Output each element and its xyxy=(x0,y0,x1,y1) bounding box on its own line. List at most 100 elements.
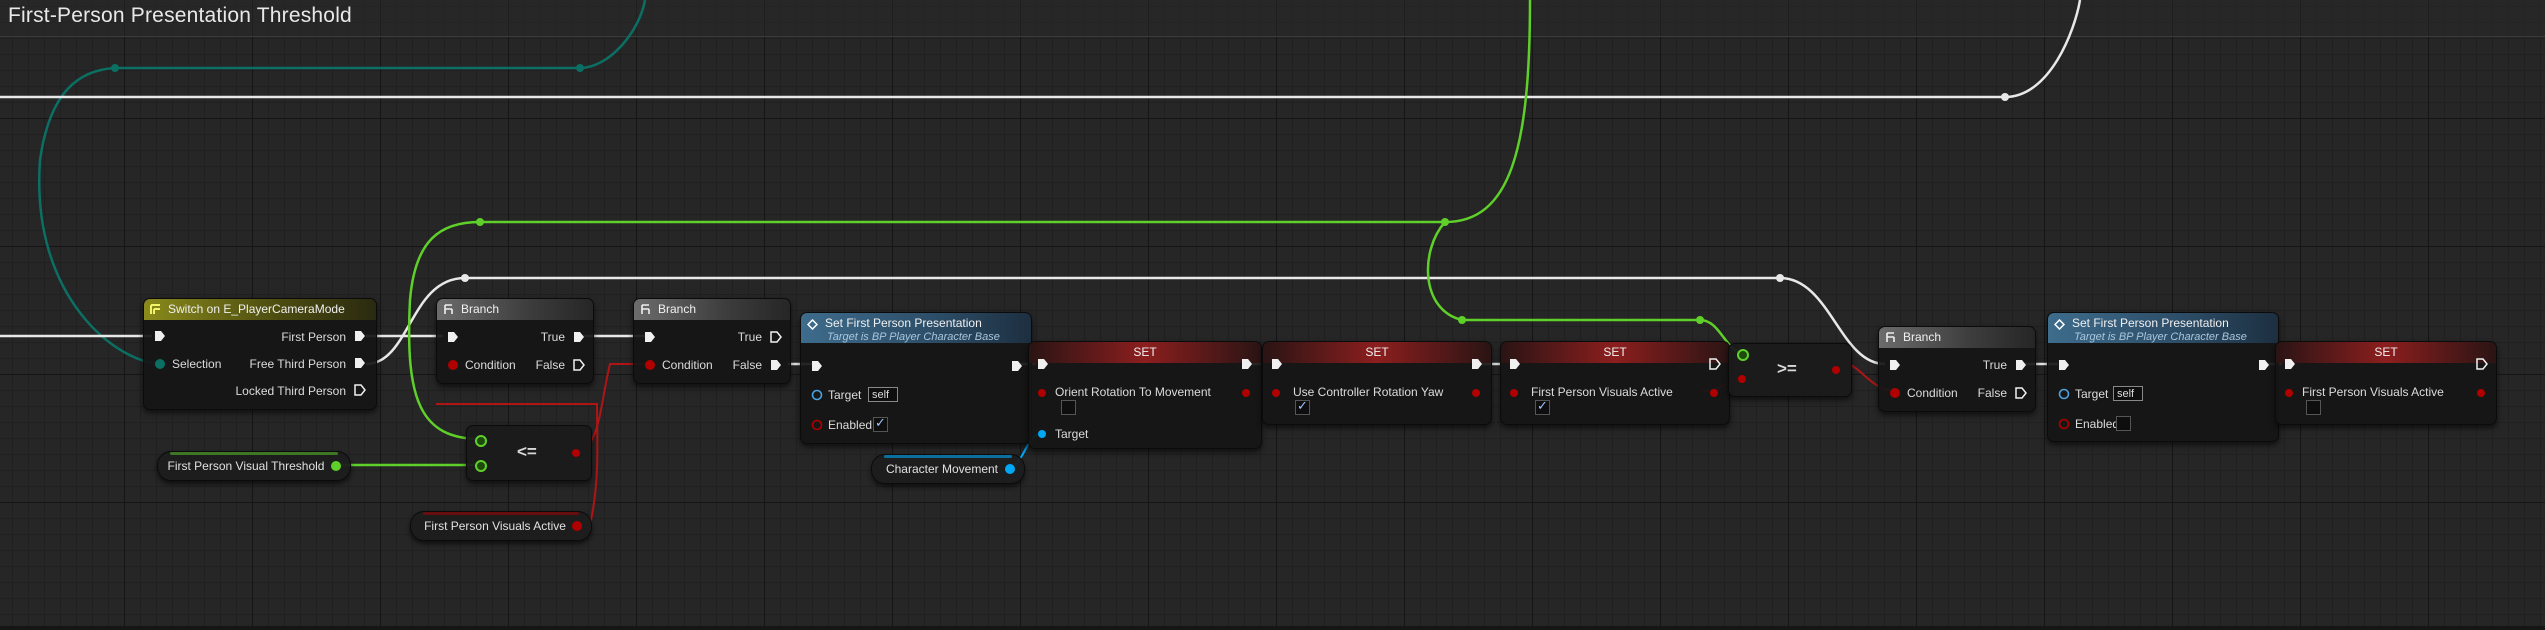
visuals-active-checkbox[interactable] xyxy=(1535,398,1550,415)
branch-node-1[interactable]: Branch Condition True False xyxy=(436,298,594,384)
branch-node-header[interactable]: Branch xyxy=(437,299,593,320)
set-visuals-active-node-1[interactable]: SET First Person Visuals Active xyxy=(1500,341,1730,425)
visuals-active-checkbox[interactable] xyxy=(2306,400,2321,415)
less-equal-node[interactable]: <= xyxy=(466,425,592,481)
exec-in-pin[interactable] xyxy=(644,331,656,343)
false-label: False xyxy=(535,358,565,372)
branch-node-header[interactable]: Branch xyxy=(1879,327,2035,348)
bool-pin[interactable] xyxy=(447,359,459,371)
branch-node-3[interactable]: Branch Condition True False xyxy=(1878,326,2036,412)
exec-in-pin[interactable] xyxy=(811,360,823,372)
set-presentation-node-2[interactable]: Set First Person Presentation Target is … xyxy=(2047,312,2279,442)
exec-in-pin[interactable] xyxy=(1509,358,1521,370)
bool-out-pin[interactable] xyxy=(1471,388,1481,398)
bool-pin[interactable] xyxy=(1271,388,1281,398)
branch-title: Branch xyxy=(658,302,697,316)
reroute-dot xyxy=(1696,316,1704,324)
set-node-header[interactable]: SET xyxy=(1029,342,1261,363)
greater-equal-node[interactable]: >= xyxy=(1728,343,1852,397)
bool-pin[interactable] xyxy=(644,359,656,371)
bool-pin[interactable] xyxy=(811,419,823,431)
exec-out-pin[interactable] xyxy=(573,331,585,343)
exec-out-pin[interactable] xyxy=(770,331,782,343)
controller-yaw-checkbox[interactable] xyxy=(1295,398,1310,415)
float-out-pin[interactable] xyxy=(330,460,342,472)
bool-out-pin[interactable] xyxy=(2476,388,2486,398)
set-orient-rotation-node[interactable]: SET Orient Rotation To Movement Target xyxy=(1028,341,1262,449)
float-wire xyxy=(1426,221,1743,355)
exec-out-pin[interactable] xyxy=(573,359,585,371)
enum-pin[interactable] xyxy=(154,358,166,370)
visuals-active-variable[interactable]: First Person Visuals Active xyxy=(410,511,592,541)
branch-title: Branch xyxy=(461,302,500,316)
enabled-checkbox[interactable] xyxy=(2116,416,2131,431)
bool-pin[interactable] xyxy=(1889,387,1901,399)
object-pin[interactable] xyxy=(2058,388,2070,400)
bool-pin[interactable] xyxy=(1037,388,1047,398)
set-node-header[interactable]: SET xyxy=(1501,342,1729,363)
exec-in-pin[interactable] xyxy=(2058,359,2070,371)
set-node-header[interactable]: SET xyxy=(1263,342,1491,363)
switch-node[interactable]: Switch on E_PlayerCameraMode Selection F… xyxy=(143,298,377,410)
exec-in-pin[interactable] xyxy=(1037,358,1049,370)
exec-out-pin[interactable] xyxy=(1471,358,1483,370)
exec-in-pin[interactable] xyxy=(1889,359,1901,371)
bool-out-pin[interactable] xyxy=(571,448,581,458)
exec-out-pin[interactable] xyxy=(1241,358,1253,370)
branch-icon xyxy=(641,304,650,314)
exec-out-pin[interactable] xyxy=(354,330,366,342)
target-value-field[interactable]: self xyxy=(868,387,898,402)
exec-out-pin[interactable] xyxy=(354,384,366,396)
exec-out-pin[interactable] xyxy=(354,357,366,369)
exec-out-pin[interactable] xyxy=(2476,358,2488,370)
set-node-header[interactable]: SET xyxy=(2276,342,2496,363)
enabled-checkbox[interactable] xyxy=(873,415,888,432)
object-out-pin[interactable] xyxy=(1004,463,1016,475)
branch-icon xyxy=(444,304,453,314)
bool-pin[interactable] xyxy=(2058,418,2070,430)
object-pin[interactable] xyxy=(811,389,823,401)
exec-in-pin[interactable] xyxy=(154,330,166,342)
reroute-dot xyxy=(461,274,469,282)
bool-out-pin[interactable] xyxy=(571,520,583,532)
branch-node-2[interactable]: Branch Condition True False xyxy=(633,298,791,384)
bool-out-pin[interactable] xyxy=(1709,388,1719,398)
switch-node-header[interactable]: Switch on E_PlayerCameraMode xyxy=(144,299,376,320)
exec-out-pin[interactable] xyxy=(2258,359,2270,371)
exec-out-pin[interactable] xyxy=(2015,359,2027,371)
bool-out-pin[interactable] xyxy=(1831,365,1841,375)
set-presentation-node-1[interactable]: Set First Person Presentation Target is … xyxy=(800,312,1032,444)
set-presentation-header[interactable]: Set First Person Presentation Target is … xyxy=(2048,313,2278,343)
exec-out-pin[interactable] xyxy=(2015,387,2027,399)
exec-in-pin[interactable] xyxy=(1271,358,1283,370)
orient-rotation-checkbox[interactable] xyxy=(1061,400,1076,415)
bool-pin[interactable] xyxy=(1509,388,1519,398)
exec-in-pin[interactable] xyxy=(447,331,459,343)
threshold-variable[interactable]: First Person Visual Threshold xyxy=(157,451,351,481)
bool-out-pin[interactable] xyxy=(1241,388,1251,398)
branch-title: Branch xyxy=(1903,330,1942,344)
set-controller-yaw-node[interactable]: SET Use Controller Rotation Yaw xyxy=(1262,341,1492,425)
bool-pin[interactable] xyxy=(2284,388,2294,398)
float-pin[interactable] xyxy=(1737,374,1747,384)
set-presentation-header[interactable]: Set First Person Presentation Target is … xyxy=(801,313,1031,343)
character-movement-variable[interactable]: Character Movement xyxy=(871,454,1025,484)
set-title: SET xyxy=(2374,345,2398,359)
branch-node-header[interactable]: Branch xyxy=(634,299,790,320)
exec-in-pin[interactable] xyxy=(2284,358,2296,370)
float-pin[interactable] xyxy=(475,460,487,472)
condition-label: Condition xyxy=(1907,386,1958,400)
exec-out-pin[interactable] xyxy=(1709,358,1721,370)
exec-out-pin[interactable] xyxy=(1011,360,1023,372)
controller-yaw-label: Use Controller Rotation Yaw xyxy=(1293,385,1444,399)
float-pin[interactable] xyxy=(1737,349,1749,361)
selection-label: Selection xyxy=(172,357,222,371)
switch-node-title: Switch on E_PlayerCameraMode xyxy=(168,302,345,316)
set-visuals-active-node-2[interactable]: SET First Person Visuals Active xyxy=(2275,341,2497,425)
set-presentation-subtitle: Target is BP Player Character Base xyxy=(2074,331,2247,343)
object-pin[interactable] xyxy=(1037,429,1047,439)
target-label: Target xyxy=(1055,427,1089,441)
exec-out-pin[interactable] xyxy=(770,359,782,371)
target-value-field[interactable]: self xyxy=(2113,386,2143,401)
float-pin[interactable] xyxy=(475,435,487,447)
